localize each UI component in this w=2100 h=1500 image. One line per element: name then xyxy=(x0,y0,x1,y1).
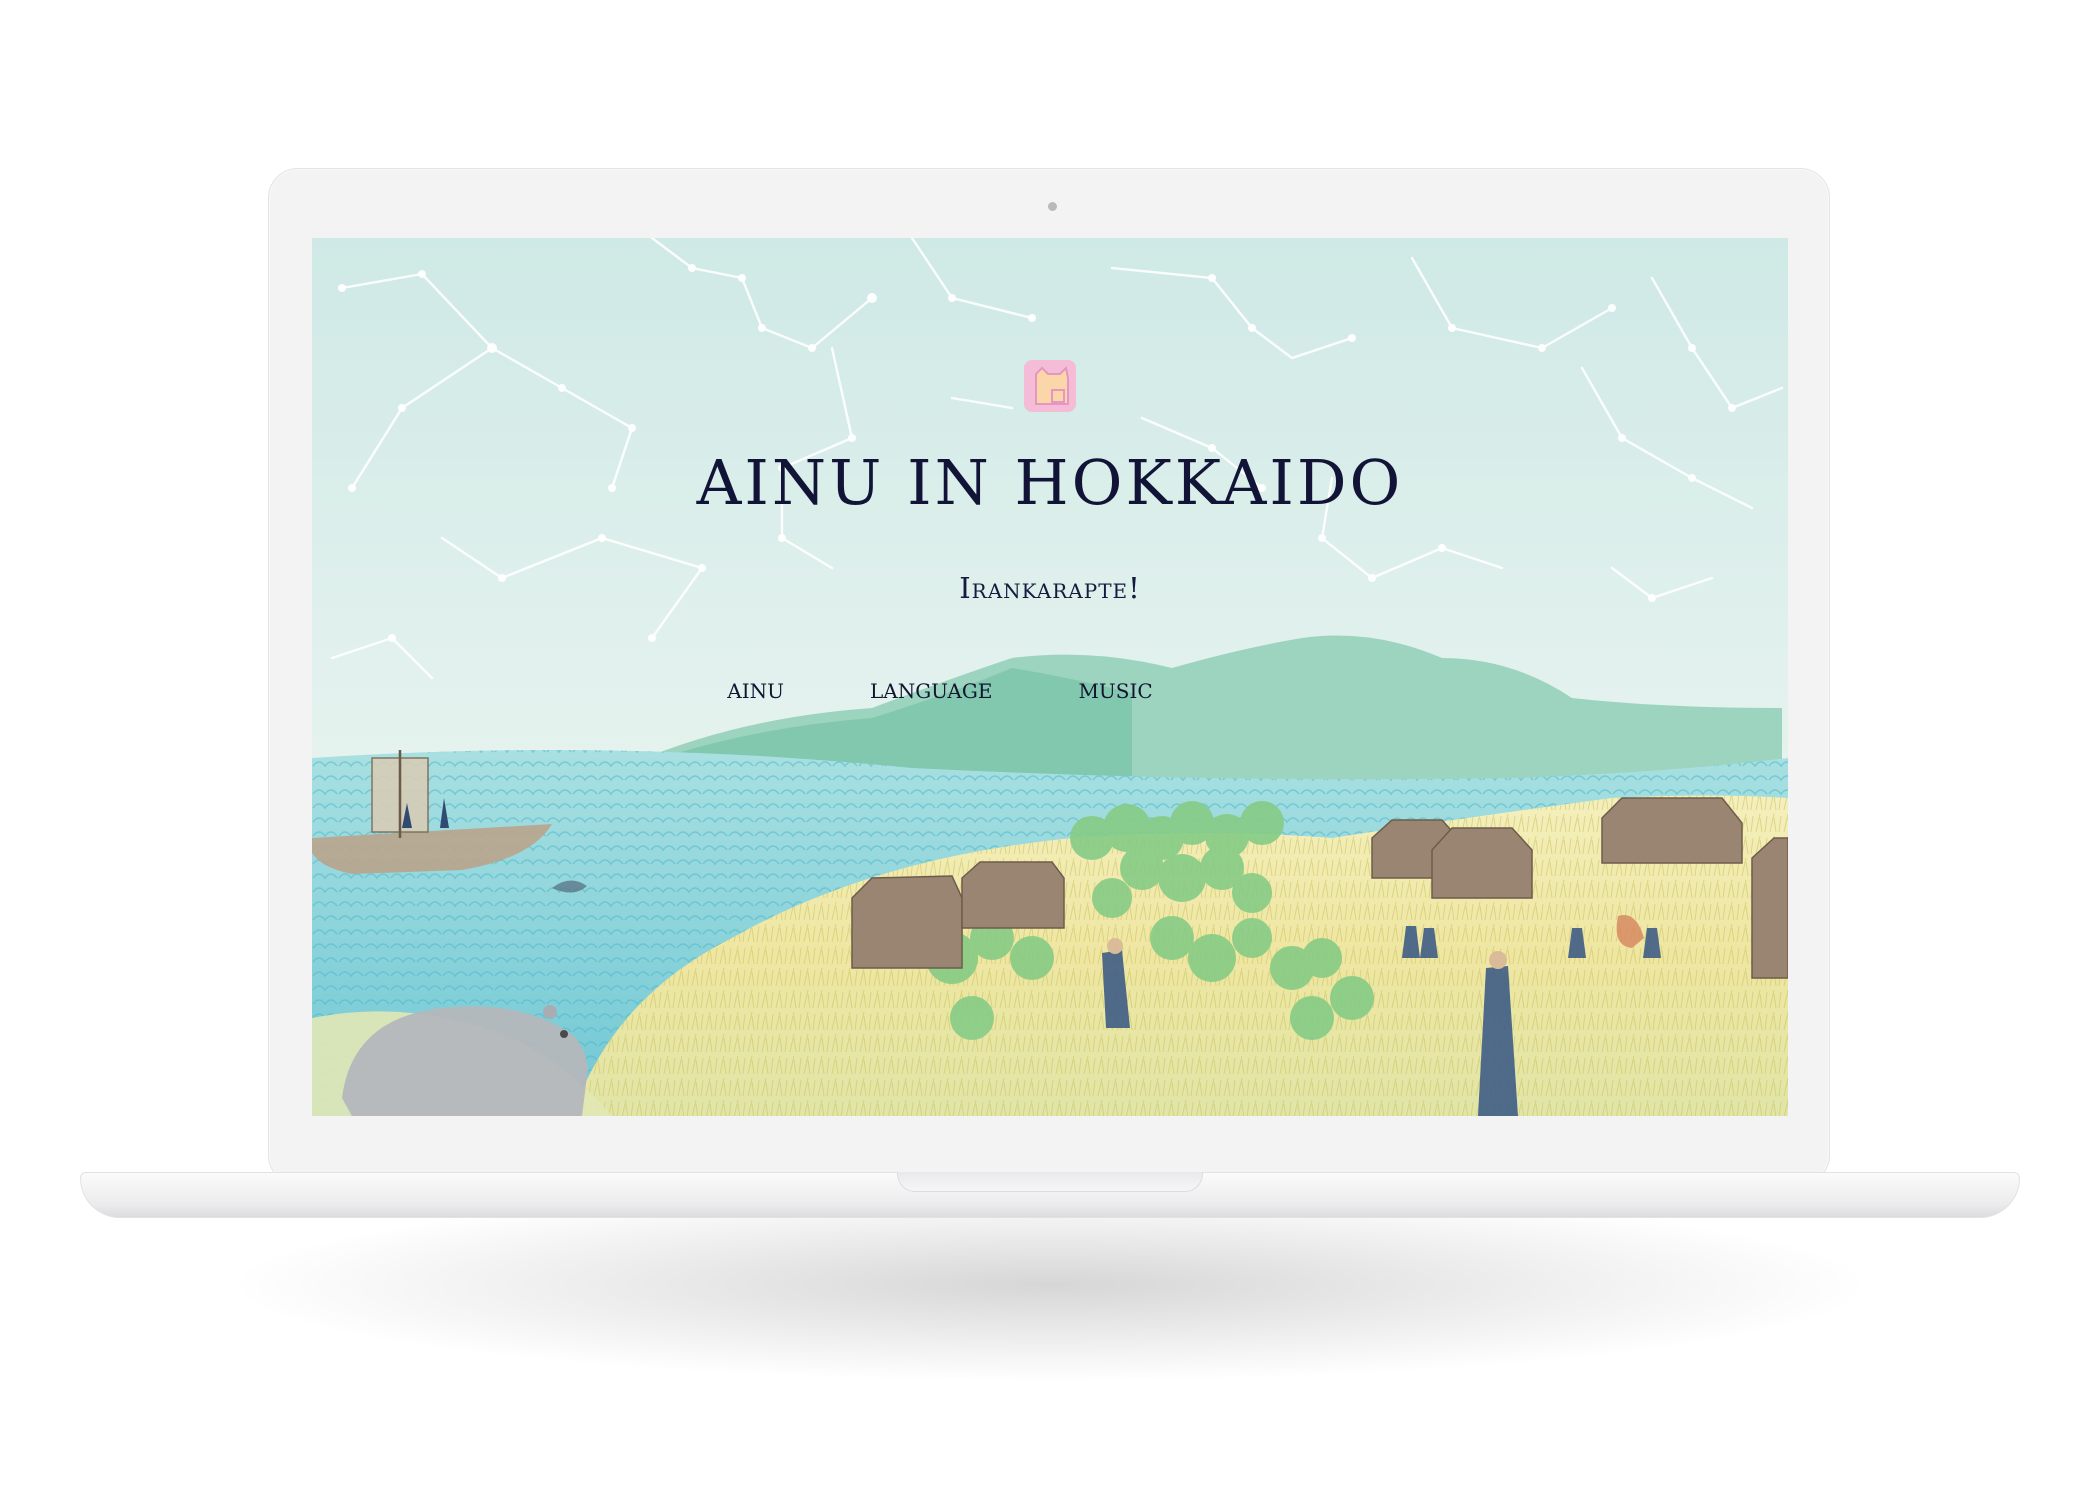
laptop-opening-notch xyxy=(897,1172,1203,1192)
laptop-shadow xyxy=(240,1190,1860,1380)
bear-emblem-icon[interactable] xyxy=(1018,354,1082,418)
nav-item-language[interactable]: LANGUAGE xyxy=(870,679,992,703)
site-title: AINU IN HOKKAIDO xyxy=(696,446,1404,519)
nav-item-music[interactable]: MUSIC xyxy=(1078,679,1152,703)
nav-item-ainu[interactable]: AINU xyxy=(727,679,784,703)
webcam xyxy=(1048,202,1057,211)
website-screen: AINU IN HOKKAIDO Irankarapte! AINU LANGU… xyxy=(312,238,1788,1116)
main-navigation: AINU LANGUAGE MUSIC xyxy=(312,679,1788,703)
site-tagline: Irankarapte! xyxy=(959,571,1141,605)
